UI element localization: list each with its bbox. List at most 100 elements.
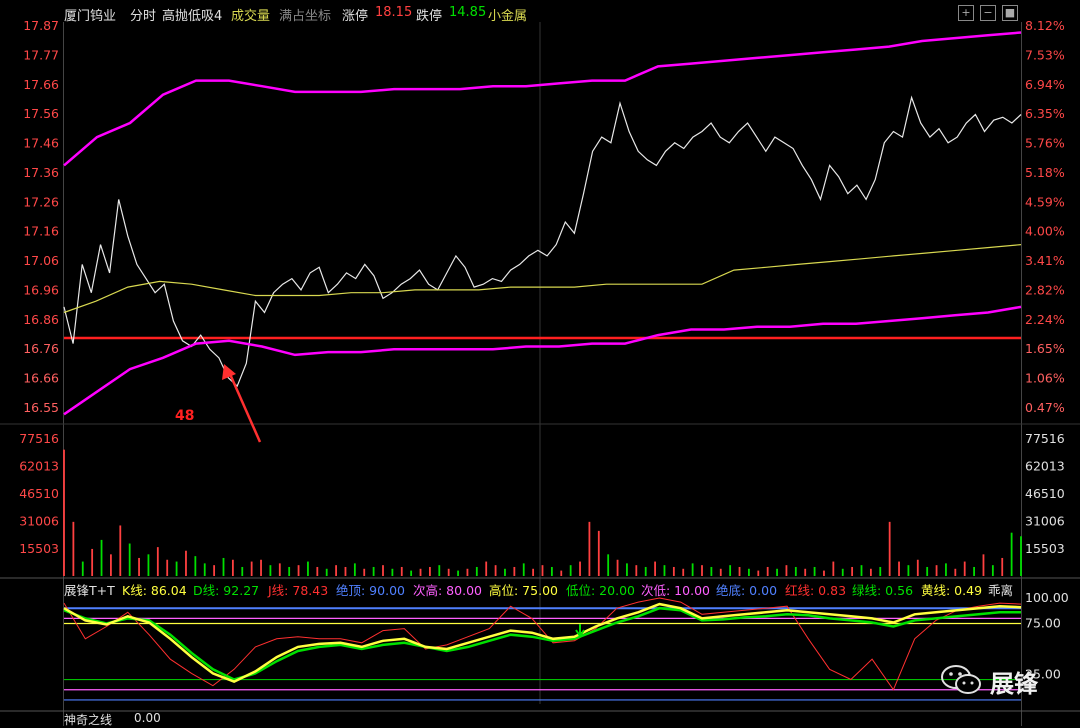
- percent-tick-label: 1.06%: [1025, 371, 1065, 386]
- volume-bar: [813, 566, 816, 576]
- volume-bar: [766, 566, 769, 576]
- volume-bar: [954, 568, 957, 576]
- volume-bar: [588, 521, 591, 576]
- volume-bar: [513, 566, 516, 576]
- volume-bar: [504, 568, 506, 576]
- volume-bar: [654, 561, 656, 576]
- price-axis-left: 17.87 17.77 17.66 17.56 17.46 17.36 17.26 17.16…: [23, 18, 59, 415]
- volume-bar: [185, 550, 187, 576]
- volume-bar: [569, 565, 572, 576]
- volume-bar: [991, 565, 994, 576]
- volume-bar: [156, 547, 159, 576]
- volume-bar: [973, 566, 975, 576]
- volume-axis-right: 77516 62013 46510 31006 15503: [1025, 431, 1065, 556]
- volume-bar: [1001, 557, 1004, 576]
- volume-bars: [63, 449, 1022, 576]
- volume-bar: [710, 566, 713, 576]
- volume-bar: [410, 570, 413, 576]
- indicator-name[interactable]: 展锋T+T: [64, 580, 115, 599]
- footer-label[interactable]: 神奇之线: [64, 711, 112, 728]
- volume-bar: [869, 568, 872, 576]
- volume-bar: [485, 561, 488, 576]
- volume-axis-left: 77516 62013 46510 31006 15503: [19, 431, 59, 556]
- volume-bar: [250, 561, 253, 576]
- volume-bar: [841, 568, 844, 576]
- series-average: [63, 244, 1022, 314]
- volume-bar: [1020, 536, 1022, 576]
- volume-bar: [672, 566, 675, 576]
- volume-bar: [222, 557, 225, 576]
- volume-bar: [72, 521, 75, 576]
- volume-bar: [63, 449, 65, 576]
- footer-value: 0.00: [134, 711, 161, 725]
- volume-bar: [785, 565, 788, 576]
- volume-bar: [400, 566, 403, 576]
- sub-low-value: 次低: 10.00: [641, 583, 710, 598]
- low-value: 低位: 20.00: [566, 583, 635, 598]
- volume-bar: [466, 568, 469, 576]
- volume-bar: [644, 566, 647, 576]
- price-tick-label: 16.86: [23, 312, 59, 327]
- volume-bar: [128, 543, 131, 576]
- volume-bar: [663, 565, 666, 576]
- series-lower-band: [63, 305, 1022, 416]
- tail-label: 乖离: [988, 583, 1014, 598]
- volume-bar: [307, 561, 309, 576]
- sub-high-value: 次高: 80.00: [413, 583, 482, 598]
- volume-bar: [1010, 532, 1013, 576]
- volume-bar: [607, 554, 610, 576]
- volume-tick-label: 31006: [19, 514, 59, 529]
- volume-bar: [241, 566, 244, 576]
- high-value: 高位: 75.00: [489, 583, 558, 598]
- price-tick-label: 16.96: [23, 282, 59, 297]
- volume-bar: [457, 570, 459, 576]
- volume-bar: [372, 566, 375, 576]
- volume-bar: [729, 565, 732, 576]
- arrow-head-icon: [222, 364, 236, 380]
- volume-bar: [963, 561, 966, 576]
- volume-bar: [382, 565, 384, 576]
- volume-bar: [804, 568, 807, 576]
- volume-bar: [316, 566, 319, 576]
- volume-tick-label: 46510: [1025, 486, 1065, 501]
- volume-bar: [494, 565, 497, 576]
- volume-bar: [898, 561, 900, 576]
- price-tick-label: 17.56: [23, 106, 59, 121]
- volume-bar: [738, 566, 741, 576]
- volume-bar: [888, 521, 891, 576]
- volume-tick-label: 77516: [19, 431, 59, 446]
- volume-bar: [325, 568, 328, 576]
- volume-bar: [363, 568, 366, 576]
- j-value: J线: 78.43: [268, 583, 329, 598]
- price-tick-label: 16.55: [23, 400, 59, 415]
- volume-bar: [91, 548, 94, 576]
- volume-bar: [879, 566, 882, 576]
- percent-tick-label: 5.18%: [1025, 165, 1065, 180]
- price-tick-label: 16.76: [23, 341, 59, 356]
- volume-bar: [335, 565, 337, 576]
- intraday-chart[interactable]: 17.87 17.77 17.66 17.56 17.46 17.36 17.26 17.16…: [0, 0, 1080, 726]
- series-k: [63, 602, 1022, 683]
- volume-bar: [100, 539, 103, 576]
- volume-bar: [353, 563, 356, 576]
- volume-bar: [682, 568, 685, 576]
- volume-bar: [635, 565, 638, 576]
- volume-bar: [541, 565, 544, 576]
- red-value: 红线: 0.83: [785, 583, 847, 598]
- percent-tick-label: 4.00%: [1025, 224, 1065, 239]
- volume-bar: [916, 559, 919, 576]
- volume-bar: [231, 559, 234, 576]
- volume-bar: [626, 563, 628, 576]
- volume-tick-label: 15503: [19, 541, 59, 556]
- volume-bar: [203, 563, 206, 576]
- price-tick-label: 17.46: [23, 136, 59, 151]
- chat-bubble-icon: [941, 665, 981, 694]
- volume-bar: [391, 568, 394, 576]
- price-tick-label: 17.77: [23, 47, 59, 62]
- percent-tick-label: 6.35%: [1025, 106, 1065, 121]
- percent-tick-label: 5.76%: [1025, 136, 1065, 151]
- volume-bar: [81, 561, 84, 576]
- volume-bar: [823, 570, 825, 576]
- volume-bar: [278, 563, 281, 576]
- percent-tick-label: 0.47%: [1025, 400, 1065, 415]
